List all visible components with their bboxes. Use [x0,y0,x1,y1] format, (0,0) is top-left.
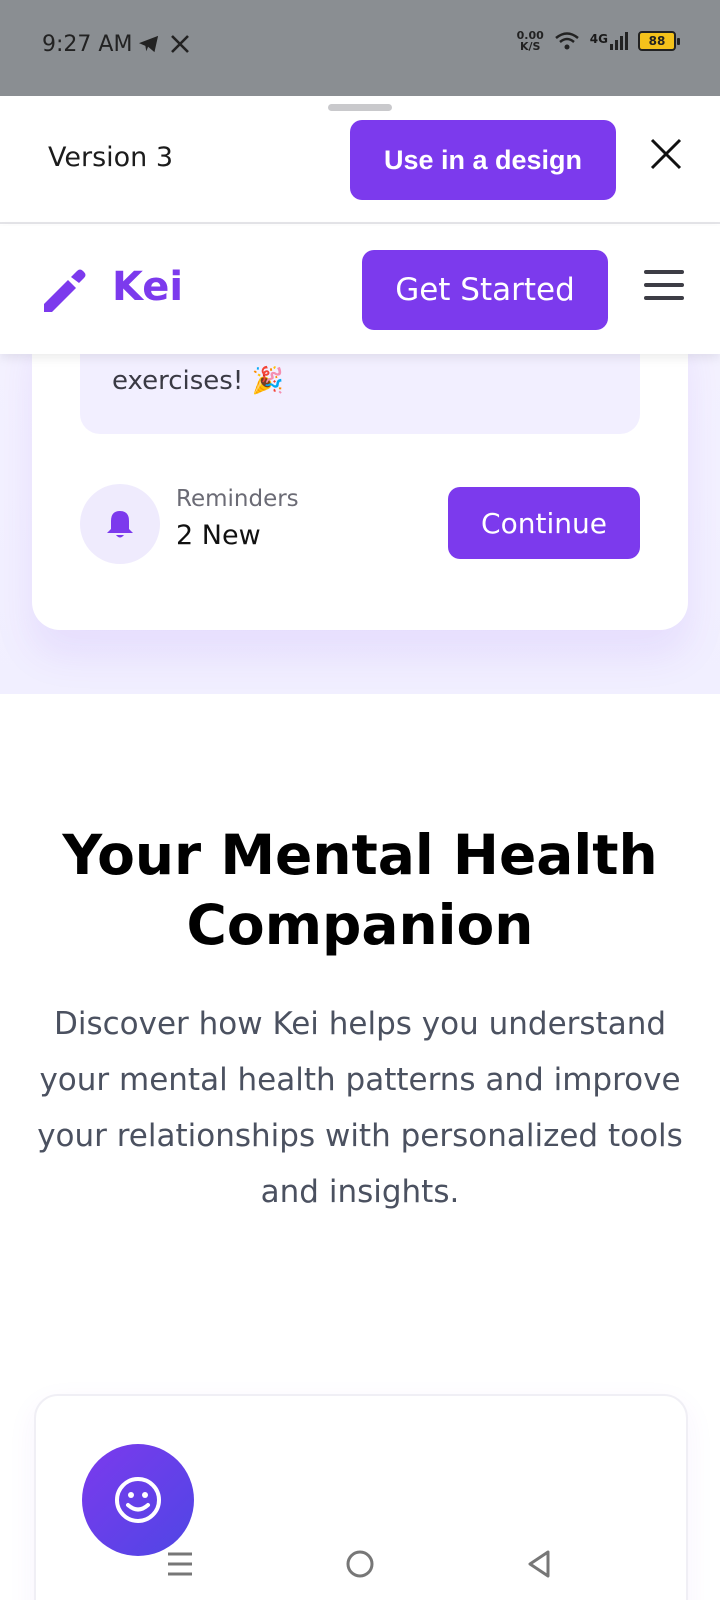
reminders-count: 2 New [176,520,261,551]
net-speed-unit: K/S [519,40,541,53]
status-time: 9:27 AM [42,32,133,57]
reminders-label: Reminders [176,486,299,512]
get-started-button[interactable]: Get Started [362,250,608,330]
bell-badge [80,484,160,564]
wifi-icon [555,32,579,50]
use-in-design-button[interactable]: Use in a design [350,120,616,200]
version-sheet-header: Version 3 Use in a design [0,96,720,224]
signal-icon: 4G [590,32,628,50]
battery-icon: 88 [638,31,680,51]
net-speed: 0.00 K/S [517,30,544,52]
smiley-icon [115,1477,161,1523]
page-subtext: Discover how Kei helps you understand yo… [37,1006,683,1210]
battery-level: 88 [648,34,666,48]
telegram-icon [139,35,159,53]
app-navbar: Kei Get Started [0,226,720,354]
page-headline: Your Mental Health Companion [62,823,658,957]
recent-apps-icon[interactable] [160,1544,200,1584]
back-icon[interactable] [520,1544,560,1584]
version-label: Version 3 [48,142,174,173]
status-bar: 9:27 AM 0.00 K/S 4G 88 [0,0,720,96]
system-navigation-bar [0,1532,720,1600]
x-icon [171,35,189,53]
drag-handle[interactable] [328,104,392,111]
close-icon[interactable] [644,132,688,176]
hero-section: exercises! 🎉 Reminders 2 New Continue [0,314,720,694]
continue-button[interactable]: Continue [448,487,640,559]
home-icon[interactable] [340,1544,380,1584]
network-type: 4G [589,32,608,46]
bell-icon [107,511,133,538]
hamburger-menu-icon[interactable] [644,270,684,310]
brand-name[interactable]: Kei [112,264,183,310]
reminder-card: exercises! 🎉 Reminders 2 New Continue [32,314,688,630]
pencil-icon [44,269,86,312]
message-text: exercises! 🎉 [112,366,284,396]
